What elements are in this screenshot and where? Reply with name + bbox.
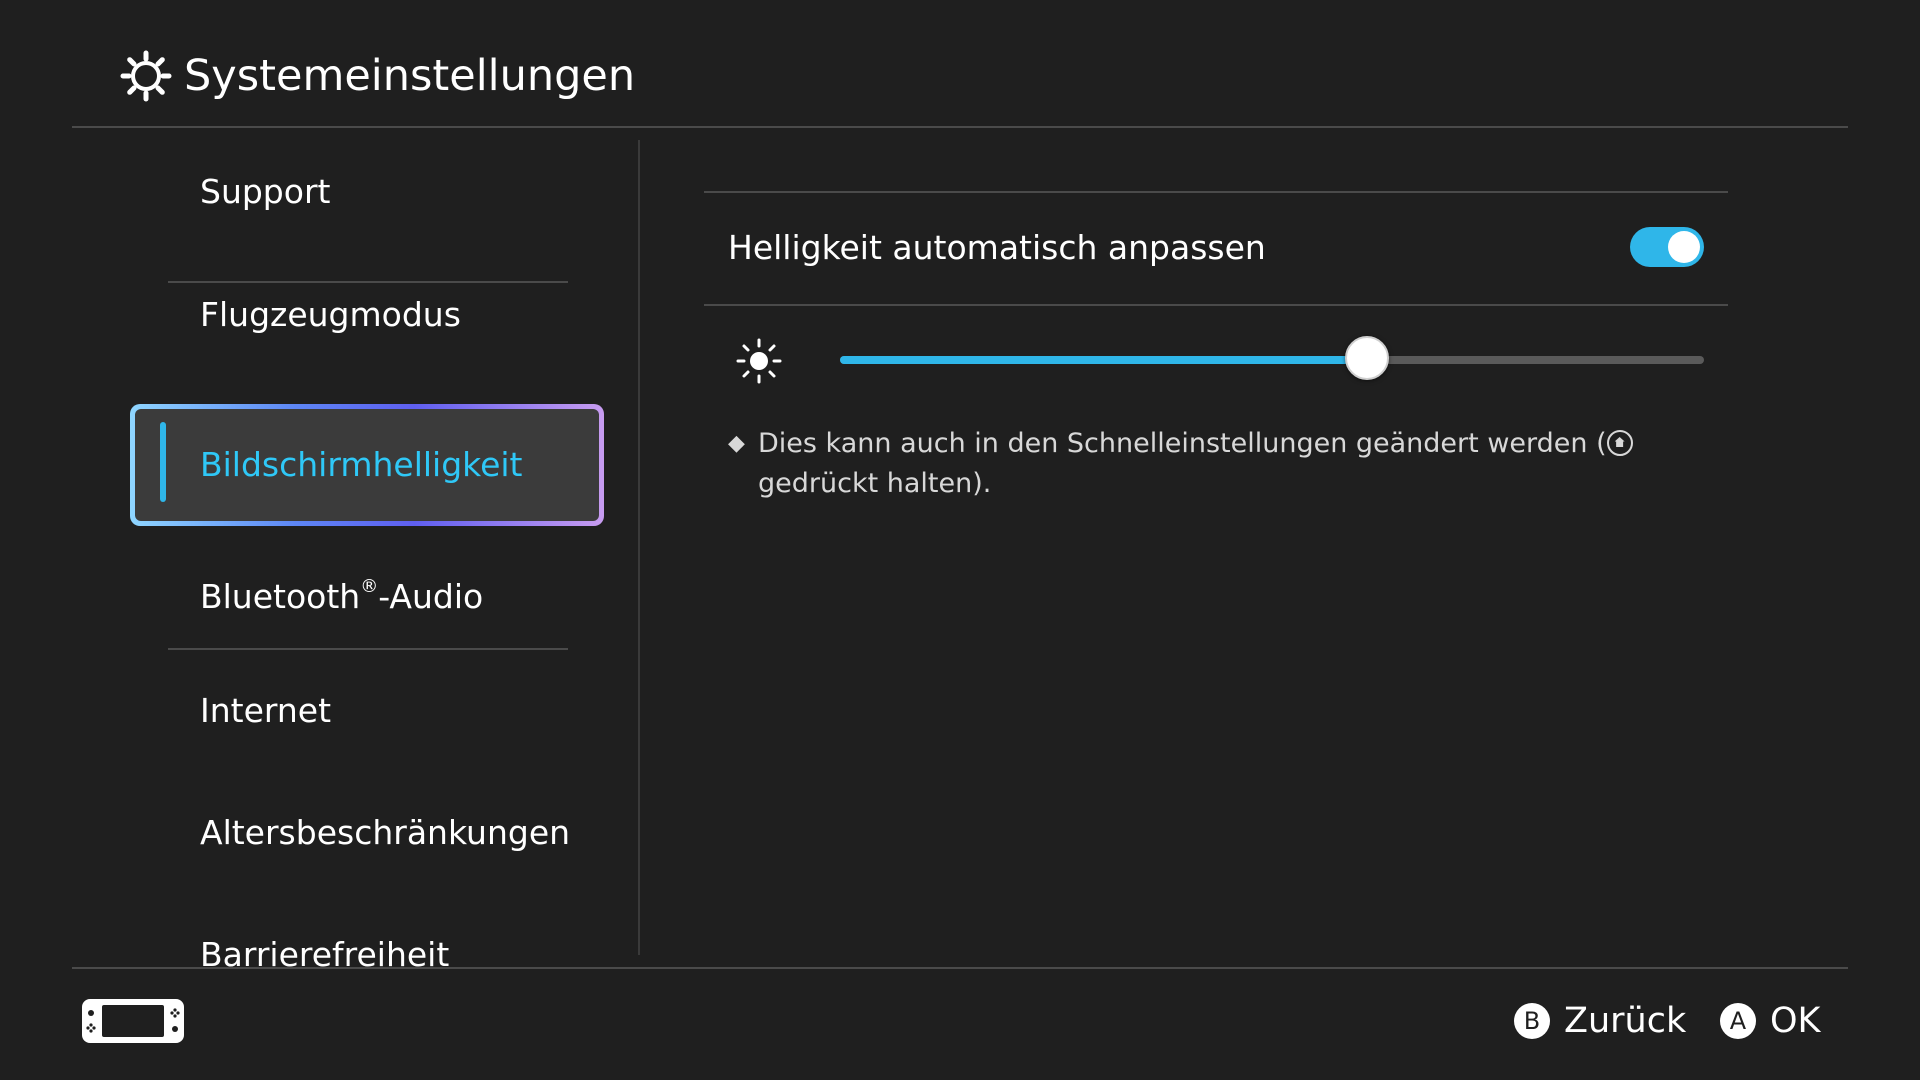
slider-fill [840, 356, 1368, 364]
sidebar-item-altersbeschraenkungen[interactable]: Altersbeschränkungen [130, 772, 604, 894]
note-text-after: gedrückt halten). [758, 468, 992, 499]
sidebar-item-label: Altersbeschränkungen [200, 813, 571, 852]
b-button-icon: B [1514, 1003, 1550, 1039]
registered-mark: ® [360, 576, 379, 597]
auto-brightness-toggle[interactable] [1630, 227, 1704, 267]
sidebar-item-label: Internet [200, 691, 332, 730]
sidebar-item-label: Flugzeugmodus [200, 295, 461, 334]
sidebar-item-barrierefreiheit[interactable]: Barrierefreiheit [130, 894, 604, 968]
sidebar-item-label: Barrierefreiheit [200, 935, 450, 968]
sidebar-item-internet[interactable]: Internet [130, 650, 604, 772]
main-panel: Helligkeit automatisch anpassen ◆ Dies k… [640, 128, 1920, 968]
bluetooth-label: Bluetooth [200, 577, 361, 616]
brightness-slider-row [704, 324, 1728, 396]
auto-brightness-row[interactable]: Helligkeit automatisch anpassen [704, 192, 1728, 304]
back-button[interactable]: B Zurück [1514, 997, 1686, 1045]
sun-icon [736, 338, 782, 384]
audio-suffix: -Audio [378, 577, 484, 616]
sidebar-item-support[interactable]: Support [130, 131, 604, 253]
main-divider [704, 304, 1728, 306]
sidebar-item-label: Bluetooth®-Audio [200, 526, 483, 648]
sidebar-item-bluetooth-audio[interactable]: Bluetooth®-Audio [130, 526, 604, 648]
auto-brightness-label: Helligkeit automatisch anpassen [728, 228, 1266, 267]
footer: B Zurück A OK [0, 969, 1920, 1080]
home-button-icon [1606, 430, 1633, 456]
note-bullet: ◆ [728, 431, 745, 456]
sidebar: Support Flugzeugmodus Bildschirmhelligke… [0, 128, 640, 968]
note-text-before: Dies kann auch in den Schnelleinstellung… [758, 428, 1607, 459]
sidebar-item-label: Support [200, 172, 331, 211]
header: Systemeinstellungen [0, 0, 1920, 128]
brightness-slider[interactable] [840, 336, 1704, 380]
note-text: Dies kann auch in den Schnelleinstellung… [758, 424, 1708, 504]
ok-label: OK [1770, 1001, 1821, 1041]
handheld-console-icon [82, 999, 184, 1043]
sidebar-item-label: Bildschirmhelligkeit [200, 445, 523, 484]
page-title: Systemeinstellungen [184, 51, 636, 101]
a-button-icon: A [1720, 1003, 1756, 1039]
toggle-knob [1668, 231, 1700, 263]
sidebar-item-bildschirmhelligkeit[interactable]: Bildschirmhelligkeit [130, 404, 604, 526]
gear-icon [120, 50, 172, 102]
selection-indicator [160, 422, 166, 502]
ok-button[interactable]: A OK [1720, 997, 1821, 1045]
slider-handle[interactable] [1345, 336, 1390, 380]
back-label: Zurück [1564, 1001, 1687, 1041]
settings-screen: Systemeinstellungen Support Flugzeugmodu… [0, 0, 1920, 1080]
sidebar-item-flugzeugmodus[interactable]: Flugzeugmodus [130, 254, 604, 376]
